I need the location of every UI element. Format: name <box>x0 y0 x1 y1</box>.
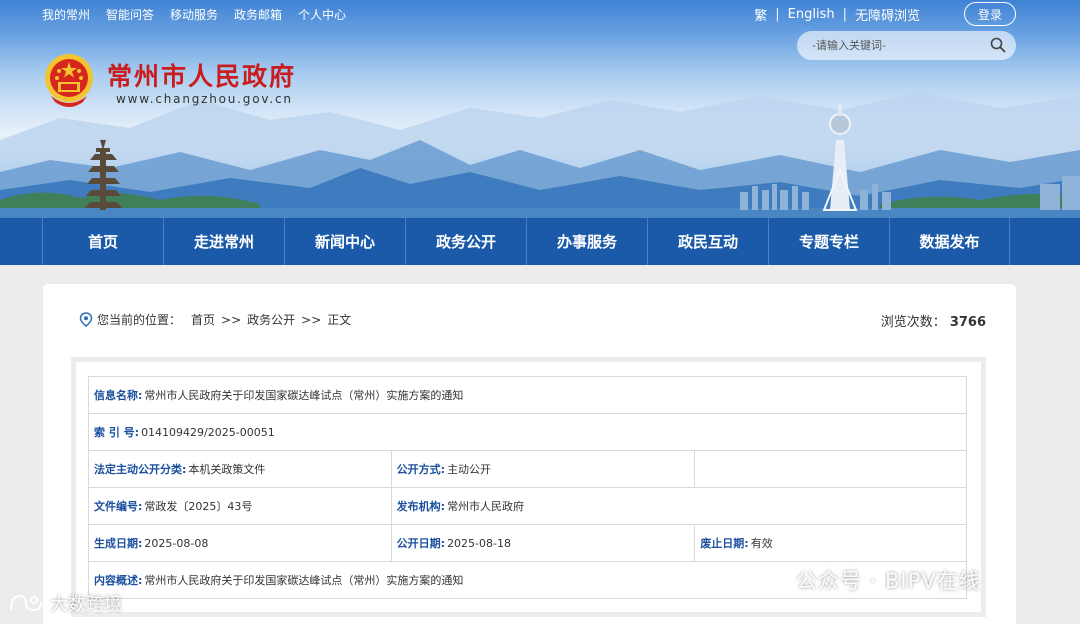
info-published-value: 2025-08-18 <box>447 537 511 550</box>
view-count-label: 浏览次数： <box>880 315 946 330</box>
info-mode-label: 公开方式: <box>396 463 446 476</box>
info-summary-value: 常州市人民政府关于印发国家碳达峰试点（常州）实施方案的通知 <box>144 574 464 587</box>
info-abolish-label: 废止日期: <box>700 537 749 550</box>
breadcrumb-separator: >> <box>221 312 242 327</box>
national-emblem-icon <box>45 54 93 107</box>
divider: | <box>842 7 847 22</box>
info-published-cell: 公开日期: 2025-08-18 <box>390 524 696 562</box>
link-personal-center[interactable]: 个人中心 <box>298 6 346 23</box>
empty-cell <box>694 450 967 488</box>
location-pin-icon <box>79 312 93 327</box>
site-title[interactable]: 常州市人民政府 <box>107 57 296 93</box>
breadcrumb: 您当前的位置： 首页 >> 政务公开 >> 正文 <box>79 311 351 328</box>
info-created-value: 2025-08-08 <box>144 537 209 550</box>
nav-news-center[interactable]: 新闻中心 <box>284 218 405 265</box>
info-category-label: 法定主动公开分类: <box>94 463 187 476</box>
nav-special-topics[interactable]: 专题专栏 <box>768 218 889 265</box>
main-navigation: 首页 走进常州 新闻中心 政务公开 办事服务 政民互动 专题专栏 数据发布 <box>0 218 1080 265</box>
info-category-cell: 法定主动公开分类: 本机关政策文件 <box>88 450 392 488</box>
info-abolish-value: 有效 <box>750 537 773 550</box>
search-input[interactable] <box>812 39 982 52</box>
view-count-value: 3766 <box>949 315 986 330</box>
info-mode-value: 主动公开 <box>447 463 492 476</box>
login-button[interactable]: 登录 <box>964 2 1016 26</box>
nav-home[interactable]: 首页 <box>42 218 163 265</box>
table-row: 索 引 号: 014109429/2025-00051 <box>88 413 967 451</box>
info-mode-cell: 公开方式: 主动公开 <box>390 450 696 488</box>
info-issuer-value: 常州市人民政府 <box>447 500 525 513</box>
table-row: 法定主动公开分类: 本机关政策文件 公开方式: 主动公开 <box>88 450 967 488</box>
accessibility-link[interactable]: 无障碍浏览 <box>855 5 920 24</box>
top-utility-links: 我的常州 智能问答 移动服务 政务邮箱 个人中心 <box>42 6 346 23</box>
link-smart-qa[interactable]: 智能问答 <box>106 6 154 23</box>
nav-interaction[interactable]: 政民互动 <box>647 218 768 265</box>
breadcrumb-home[interactable]: 首页 <box>191 311 215 328</box>
breadcrumb-separator: >> <box>301 312 322 327</box>
search-icon[interactable] <box>990 37 1006 53</box>
wechat-icon <box>758 568 788 591</box>
site-url: www.changzhou.gov.cn <box>116 92 293 106</box>
nav-about-changzhou[interactable]: 走进常州 <box>163 218 284 265</box>
divider: | <box>775 7 780 22</box>
info-created-label: 生成日期: <box>94 537 143 550</box>
table-row: 信息名称: 常州市人民政府关于印发国家碳达峰试点（常州）实施方案的通知 <box>88 376 967 414</box>
view-count: 浏览次数： 3766 <box>881 311 986 330</box>
info-category-value: 本机关政策文件 <box>188 463 266 476</box>
brand-watermark: 大数跨境 <box>8 590 122 616</box>
nav-data-release[interactable]: 数据发布 <box>889 218 1010 265</box>
header-banner: 我的常州 智能问答 移动服务 政务邮箱 个人中心 繁 | English | 无… <box>0 0 1080 218</box>
info-name-label: 信息名称: <box>94 389 143 402</box>
info-summary-label: 内容概述: <box>94 574 143 587</box>
info-index-cell: 索 引 号: 014109429/2025-00051 <box>88 413 967 451</box>
nav-services[interactable]: 办事服务 <box>526 218 647 265</box>
info-abolish-cell: 废止日期: 有效 <box>694 524 967 562</box>
breadcrumb-prefix: 您当前的位置： <box>97 313 182 327</box>
info-index-label: 索 引 号: <box>94 426 140 439</box>
breadcrumb-current: 正文 <box>327 313 352 327</box>
brand-watermark-text: 大数跨境 <box>50 594 122 615</box>
info-docno-value: 常政发〔2025〕43号 <box>144 500 253 513</box>
info-docno-cell: 文件编号: 常政发〔2025〕43号 <box>88 487 392 525</box>
breadcrumb-gov-affairs[interactable]: 政务公开 <box>247 311 295 328</box>
link-gov-email[interactable]: 政务邮箱 <box>234 6 282 23</box>
table-row: 生成日期: 2025-08-08 公开日期: 2025-08-18 废止日期: 有效 <box>88 524 967 562</box>
info-published-label: 公开日期: <box>396 537 446 550</box>
brand-logo-icon <box>10 594 42 612</box>
link-mobile-service[interactable]: 移动服务 <box>170 6 218 23</box>
traditional-chinese-link[interactable]: 繁 <box>754 5 767 24</box>
info-name-value: 常州市人民政府关于印发国家碳达峰试点（常州）实施方案的通知 <box>144 389 464 402</box>
english-link[interactable]: English <box>788 7 835 22</box>
table-row: 文件编号: 常政发〔2025〕43号 发布机构: 常州市人民政府 <box>88 487 968 525</box>
info-name-cell: 信息名称: 常州市人民政府关于印发国家碳达峰试点（常州）实施方案的通知 <box>88 376 967 414</box>
info-issuer-label: 发布机构: <box>396 500 446 513</box>
nav-gov-affairs[interactable]: 政务公开 <box>405 218 526 265</box>
info-index-value: 014109429/2025-00051 <box>141 426 275 439</box>
info-docno-label: 文件编号: <box>94 500 143 513</box>
wechat-watermark: 公众号 · BIPV在线 <box>758 565 981 595</box>
wechat-watermark-text: 公众号 · BIPV在线 <box>796 569 981 593</box>
top-right-links: 繁 | English | 无障碍浏览 <box>754 5 920 24</box>
search-box <box>797 31 1016 60</box>
link-my-changzhou[interactable]: 我的常州 <box>42 6 90 23</box>
info-created-cell: 生成日期: 2025-08-08 <box>88 524 392 562</box>
info-issuer-cell: 发布机构: 常州市人民政府 <box>390 487 968 525</box>
